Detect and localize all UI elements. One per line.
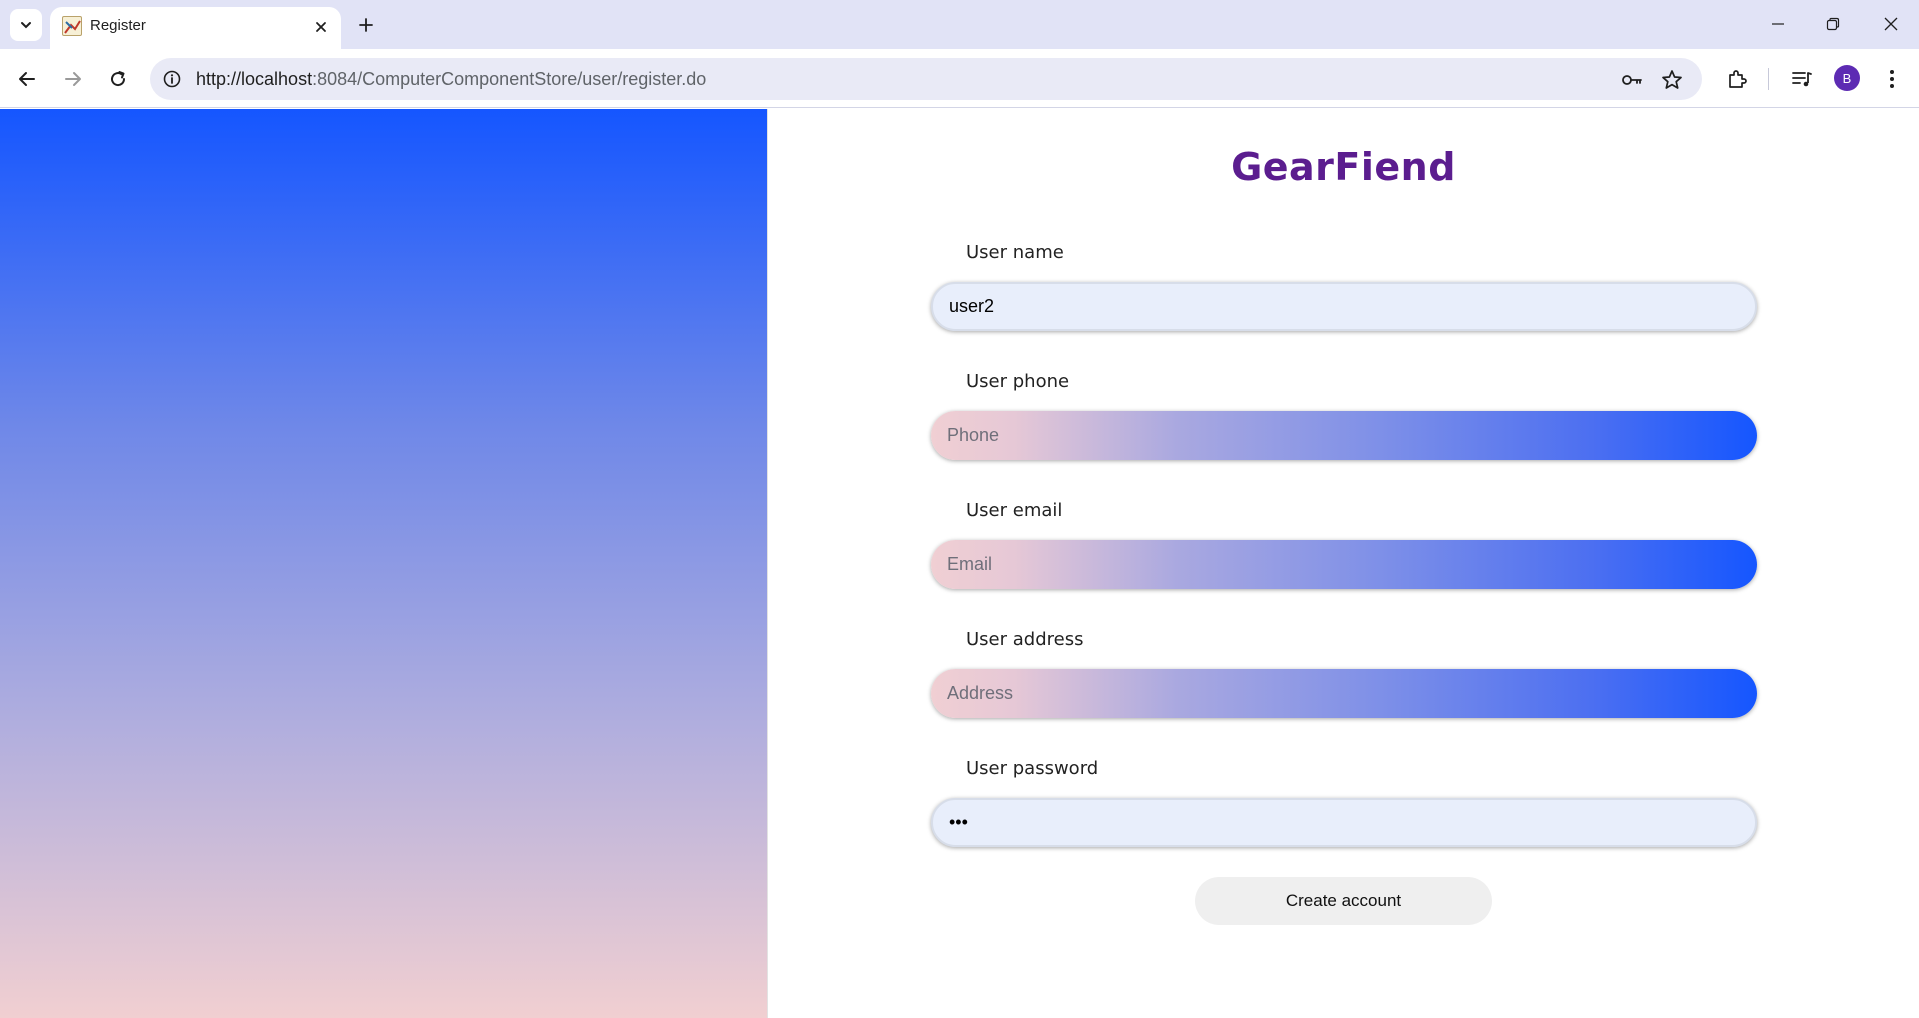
brand-title: GearFiend [1231, 145, 1456, 189]
extensions-button[interactable] [1722, 64, 1752, 94]
phone-label: User phone [966, 371, 1070, 392]
profile-avatar[interactable]: B [1834, 65, 1860, 91]
address-input[interactable] [931, 669, 1757, 718]
address-label: User address [966, 629, 1084, 650]
star-icon [1662, 70, 1682, 89]
arrow-left-icon [19, 72, 35, 86]
register-page: GearFiend User name User phone User emai… [0, 109, 1919, 1018]
reload-icon [111, 71, 126, 87]
create-account-button[interactable]: Create account [1195, 877, 1492, 925]
url-path: :8084/ComputerComponentStore/user/regist… [312, 69, 707, 89]
email-input[interactable] [931, 540, 1757, 589]
password-label: User password [966, 758, 1099, 779]
site-info-icon[interactable] [162, 69, 182, 89]
password-key-button[interactable] [1620, 68, 1644, 92]
restore-window-button[interactable] [1810, 6, 1856, 42]
minimize-icon [1772, 23, 1784, 25]
username-input[interactable] [931, 282, 1757, 331]
phone-input[interactable] [931, 411, 1757, 460]
browser-toolbar: http://localhost:8084/ComputerComponentS… [0, 49, 1919, 108]
forward-button[interactable] [56, 62, 90, 96]
browser-tabstrip: Register [0, 0, 1919, 49]
back-button[interactable] [10, 62, 44, 96]
username-label: User name [966, 242, 1064, 263]
bookmark-star-button[interactable] [1660, 68, 1684, 92]
close-icon [316, 22, 326, 32]
gradient-hero-panel [0, 109, 768, 1018]
tab-register[interactable]: Register [50, 7, 341, 49]
more-vertical-icon [1890, 70, 1894, 88]
tab-title: Register [90, 17, 146, 34]
key-icon [1622, 75, 1642, 85]
queue-music-icon [1792, 72, 1812, 87]
password-input[interactable] [931, 798, 1757, 847]
browser-menu-button[interactable] [1877, 64, 1907, 94]
media-controls-button[interactable] [1787, 64, 1817, 94]
close-icon [1884, 17, 1898, 31]
address-bar-url[interactable]: http://localhost:8084/ComputerComponentS… [196, 69, 706, 90]
restore-icon [1826, 17, 1840, 31]
reload-button[interactable] [101, 62, 135, 96]
address-bar[interactable]: http://localhost:8084/ComputerComponentS… [150, 58, 1702, 100]
minimize-window-button[interactable] [1755, 6, 1801, 42]
site-favicon-icon [62, 16, 82, 36]
url-host: http://localhost [196, 69, 313, 89]
plus-icon [359, 18, 373, 32]
email-label: User email [966, 500, 1063, 521]
tab-close-button[interactable] [311, 17, 331, 37]
close-window-button[interactable] [1868, 6, 1914, 42]
toolbar-divider [1768, 68, 1769, 90]
tab-search-button[interactable] [10, 9, 42, 41]
chevron-down-icon [21, 22, 31, 29]
puzzle-icon [1729, 70, 1747, 88]
new-tab-button[interactable] [351, 10, 381, 40]
register-form: GearFiend User name User phone User emai… [768, 109, 1919, 1018]
arrow-right-icon [65, 72, 81, 86]
